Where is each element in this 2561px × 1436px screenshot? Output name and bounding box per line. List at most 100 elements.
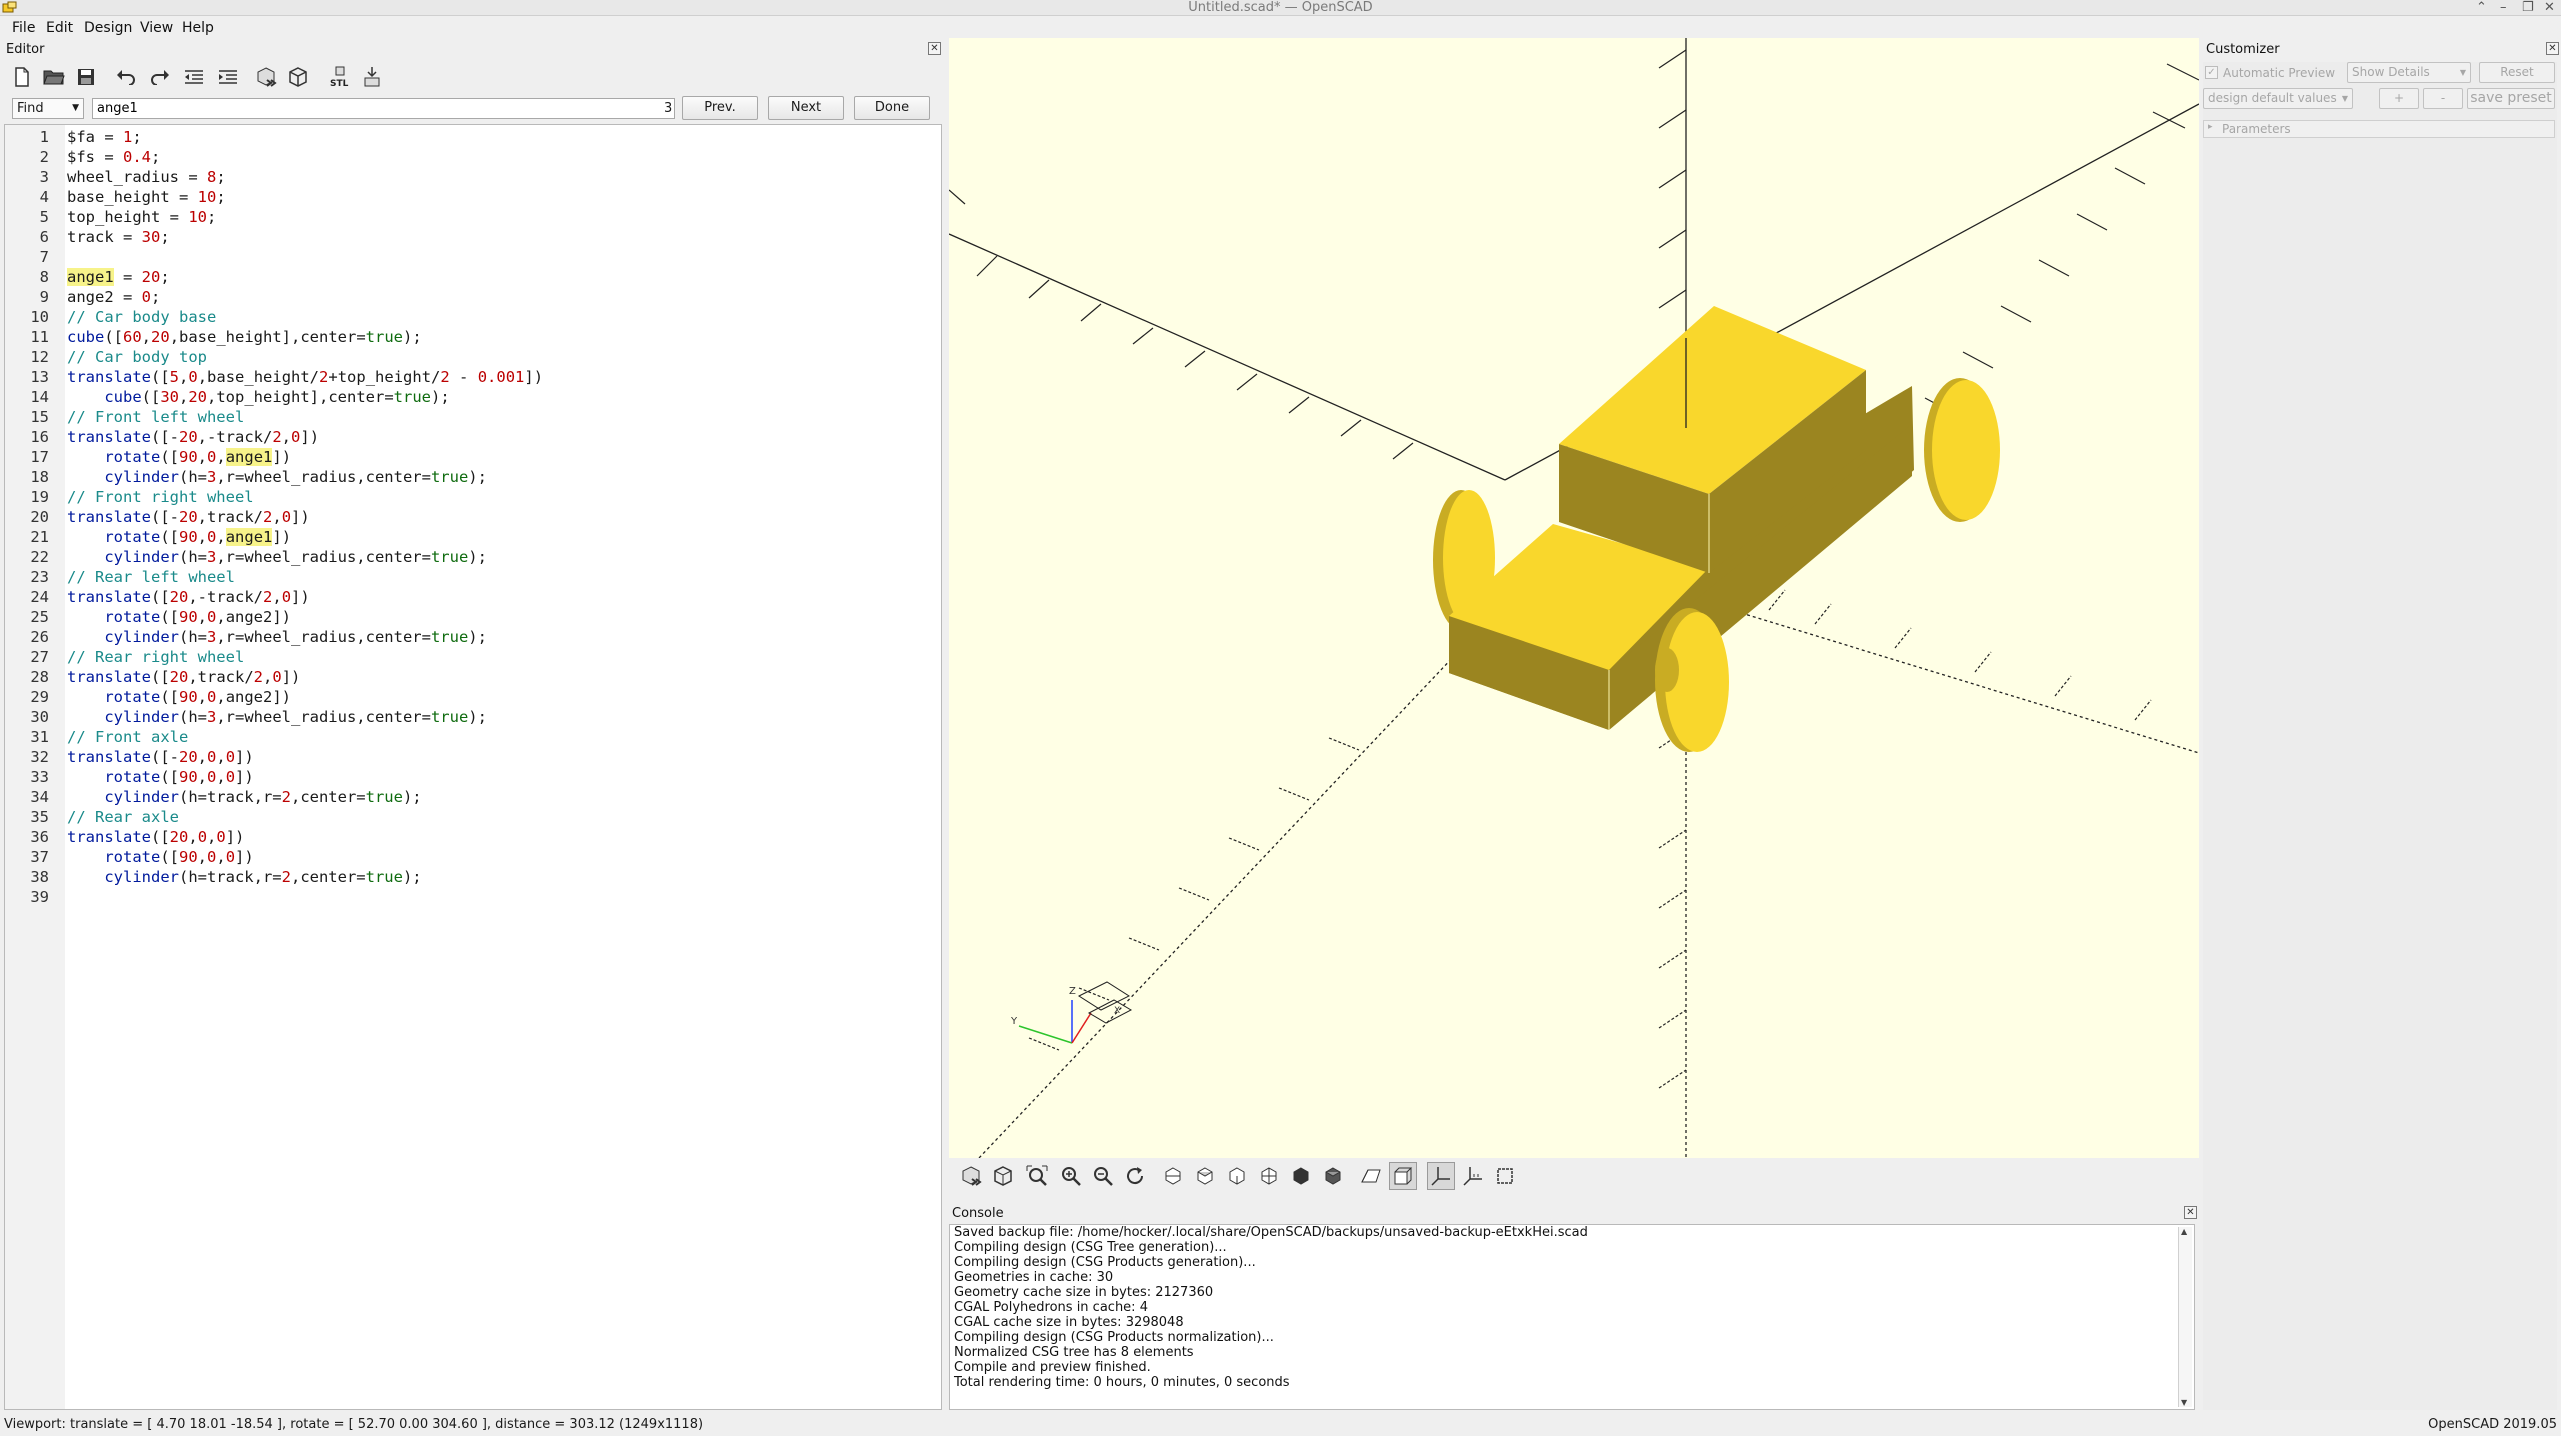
scroll-down-icon[interactable]: ▼ <box>2181 1398 2187 1407</box>
code-line[interactable]: 16 translate([-20,-track/2,0]) <box>5 427 941 447</box>
code-line[interactable]: 38 cylinder(h=track,r=2,center=true); <box>5 867 941 887</box>
view-left-icon[interactable] <box>1255 1162 1283 1190</box>
send-to-print-icon[interactable] <box>358 63 386 91</box>
show-edges-icon[interactable] <box>1491 1162 1519 1190</box>
show-axes-icon[interactable] <box>1427 1162 1455 1190</box>
show-scale-icon[interactable] <box>1459 1162 1487 1190</box>
code-line[interactable]: 39 <box>5 887 941 907</box>
code-line[interactable]: 32 translate([-20,0,0]) <box>5 747 941 767</box>
show-details-select[interactable]: Show Details ▼ <box>2347 62 2471 83</box>
parameters-group[interactable]: ▸ Parameters <box>2203 120 2555 138</box>
menu-help[interactable]: Help <box>182 20 214 36</box>
preset-select[interactable]: design default values ▼ <box>2203 88 2353 109</box>
view-right-icon[interactable] <box>1159 1162 1187 1190</box>
window-maximize-button[interactable]: ❐ <box>2522 0 2534 16</box>
redo-icon[interactable] <box>146 63 174 91</box>
export-stl-icon[interactable]: STL <box>326 63 354 91</box>
code-line[interactable]: 3 wheel_radius = 8; <box>5 167 941 187</box>
line-number: 28 <box>30 668 49 686</box>
code-line[interactable]: 20 translate([-20,track/2,0]) <box>5 507 941 527</box>
code-line[interactable]: 25 rotate([90,0,ange2]) <box>5 607 941 627</box>
code-line[interactable]: 13 translate([5,0,base_height/2+top_heigh… <box>5 367 941 387</box>
console-close-button[interactable]: ✕ <box>2184 1206 2197 1219</box>
code-line[interactable]: 14 cube([30,20,top_height],center=true); <box>5 387 941 407</box>
code-line[interactable]: 12 // Car body top <box>5 347 941 367</box>
code-line[interactable]: 4 base_height = 10; <box>5 187 941 207</box>
code-line[interactable]: 7 <box>5 247 941 267</box>
find-next-button[interactable]: Next <box>768 96 844 120</box>
code-line[interactable]: 19 // Front right wheel <box>5 487 941 507</box>
find-input[interactable] <box>92 98 675 119</box>
code-line[interactable]: 24 translate([20,-track/2,0]) <box>5 587 941 607</box>
code-line[interactable]: 8 ange1 = 20; <box>5 267 941 287</box>
code-line[interactable]: 1 $fa = 1; <box>5 127 941 147</box>
code-line[interactable]: 27 // Rear right wheel <box>5 647 941 667</box>
view-back-icon[interactable] <box>1319 1162 1347 1190</box>
3d-viewport[interactable]: Z Y X <box>949 38 2199 1158</box>
save-icon[interactable] <box>72 63 100 91</box>
code-line[interactable]: 15 // Front left wheel <box>5 407 941 427</box>
code-line[interactable]: 33 rotate([90,0,0]) <box>5 767 941 787</box>
menu-view[interactable]: View <box>140 20 173 36</box>
code-line[interactable]: 36 translate([20,0,0]) <box>5 827 941 847</box>
editor-close-button[interactable]: ✕ <box>928 42 941 55</box>
zoom-out-icon[interactable] <box>1089 1162 1117 1190</box>
console-scrollbar[interactable]: ▲ ▼ <box>2178 1227 2192 1407</box>
find-prev-button[interactable]: Prev. <box>682 96 758 120</box>
console-output[interactable]: Saved backup file: /home/hocker/.local/s… <box>949 1224 2195 1410</box>
view-top-icon[interactable] <box>1191 1162 1219 1190</box>
window-close-button[interactable]: ✕ <box>2544 0 2555 16</box>
view-all-icon[interactable] <box>1023 1162 1051 1190</box>
code-line[interactable]: 31 // Front axle <box>5 727 941 747</box>
unindent-icon[interactable] <box>180 63 208 91</box>
window-shade-button[interactable]: ⌃ <box>2476 0 2487 16</box>
code-line[interactable]: 10 // Car body base <box>5 307 941 327</box>
zoom-in-icon[interactable] <box>1057 1162 1085 1190</box>
code-line[interactable]: 17 rotate([90,0,ange1]) <box>5 447 941 467</box>
remove-preset-button[interactable]: - <box>2423 88 2463 109</box>
code-line[interactable]: 22 cylinder(h=3,r=wheel_radius,center=tr… <box>5 547 941 567</box>
window-minimize-button[interactable]: – <box>2500 0 2507 16</box>
scroll-up-icon[interactable]: ▲ <box>2181 1227 2187 1236</box>
preview-icon[interactable] <box>957 1162 985 1190</box>
code-line[interactable]: 35 // Rear axle <box>5 807 941 827</box>
reset-view-icon[interactable] <box>1121 1162 1149 1190</box>
code-editor[interactable]: 1 $fa = 1; 2 $fs = 0.4; 3 wheel_radius = 8; 4 b… <box>4 124 942 1410</box>
menu-design[interactable]: Design <box>84 20 132 36</box>
code-line[interactable]: 6 track = 30; <box>5 227 941 247</box>
code-line[interactable]: 5 top_height = 10; <box>5 207 941 227</box>
render-icon[interactable] <box>989 1162 1017 1190</box>
indent-icon[interactable] <box>214 63 242 91</box>
menu-edit[interactable]: Edit <box>46 20 73 36</box>
perspective-icon[interactable] <box>1357 1162 1385 1190</box>
code-line[interactable]: 21 rotate([90,0,ange1]) <box>5 527 941 547</box>
new-file-icon[interactable] <box>8 63 36 91</box>
automatic-preview-checkbox[interactable]: ✓ <box>2205 66 2218 79</box>
orthogonal-icon[interactable] <box>1389 1162 1417 1190</box>
view-bottom-icon[interactable] <box>1223 1162 1251 1190</box>
add-preset-button[interactable]: + <box>2379 88 2419 109</box>
code-line[interactable]: 23 // Rear left wheel <box>5 567 941 587</box>
save-preset-button[interactable]: save preset <box>2467 88 2555 109</box>
code-line[interactable]: 37 rotate([90,0,0]) <box>5 847 941 867</box>
code-line[interactable]: 29 rotate([90,0,ange2]) <box>5 687 941 707</box>
find-mode-select[interactable]: Find ▼ <box>12 98 84 119</box>
code-line[interactable]: 2 $fs = 0.4; <box>5 147 941 167</box>
code-line[interactable]: 28 translate([20,track/2,0]) <box>5 667 941 687</box>
code-line[interactable]: 30 cylinder(h=3,r=wheel_radius,center=tr… <box>5 707 941 727</box>
code-line[interactable]: 34 cylinder(h=track,r=2,center=true); <box>5 787 941 807</box>
undo-icon[interactable] <box>112 63 140 91</box>
line-number: 24 <box>30 588 49 606</box>
code-line[interactable]: 9 ange2 = 0; <box>5 287 941 307</box>
view-front-icon[interactable] <box>1287 1162 1315 1190</box>
find-done-button[interactable]: Done <box>854 96 930 120</box>
customizer-close-button[interactable]: ✕ <box>2546 42 2559 55</box>
menu-file[interactable]: File <box>12 20 35 36</box>
preview-icon[interactable] <box>252 63 280 91</box>
code-line[interactable]: 11 cube([60,20,base_height],center=true); <box>5 327 941 347</box>
code-line[interactable]: 26 cylinder(h=3,r=wheel_radius,center=tr… <box>5 627 941 647</box>
render-icon[interactable] <box>284 63 312 91</box>
open-file-icon[interactable] <box>40 63 68 91</box>
code-line[interactable]: 18 cylinder(h=3,r=wheel_radius,center=tr… <box>5 467 941 487</box>
reset-button[interactable]: Reset <box>2479 62 2555 83</box>
